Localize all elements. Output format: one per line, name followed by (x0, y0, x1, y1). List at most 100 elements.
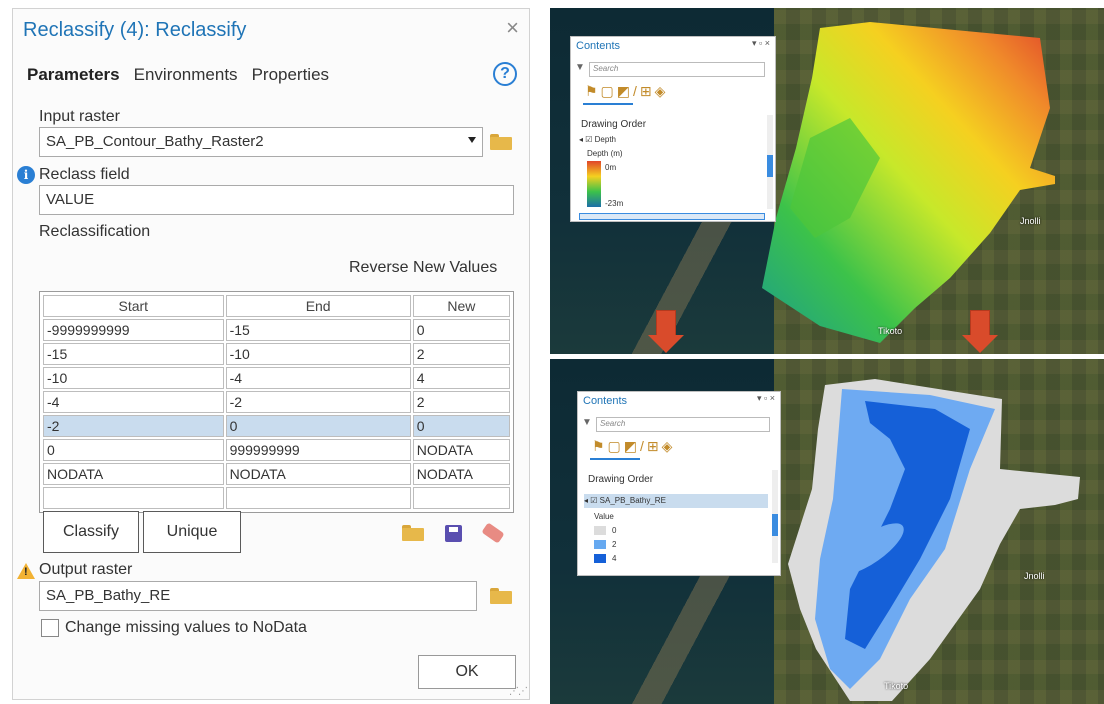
table-cell-end[interactable]: 999999999 (225, 439, 411, 461)
chevron-down-icon[interactable] (468, 137, 476, 143)
output-raster-value: SA_PB_Bathy_RE (46, 587, 171, 604)
input-raster-label: Input raster (39, 108, 120, 125)
table-cell-start[interactable]: NODATA (43, 463, 224, 485)
drawing-order-label: Drawing Order (581, 119, 647, 130)
tab-environments[interactable]: Environments (134, 65, 238, 85)
ok-button[interactable]: OK (418, 655, 516, 689)
table-cell-end[interactable]: -10 (225, 343, 411, 365)
folder-open-icon[interactable] (490, 588, 512, 604)
legend-title: Depth (m) (587, 149, 623, 158)
contents-toolbar-icons[interactable]: ⚑▢◩/⊞◈ (592, 438, 675, 455)
change-missing-label: Change missing values to NoData (65, 619, 307, 636)
contents-toolbar-icons[interactable]: ⚑▢◩/⊞◈ (585, 83, 668, 100)
layer-item-reclassified[interactable]: ◂ ☑ SA_PB_Bathy_RE (584, 494, 768, 508)
table-cell-end[interactable] (225, 487, 411, 509)
table-header-row: Start End New (43, 295, 510, 317)
folder-open-icon[interactable] (490, 134, 512, 150)
table-row-empty[interactable] (43, 487, 510, 509)
table-row-selected[interactable]: -2 0 0 (43, 415, 510, 437)
tab-bar: Parameters Environments Properties (27, 65, 329, 85)
column-header-start[interactable]: Start (43, 295, 224, 317)
tab-properties[interactable]: Properties (252, 65, 329, 85)
classify-button[interactable]: Classify (43, 511, 139, 553)
table-row[interactable]: -4 -2 2 (43, 391, 510, 413)
table-row[interactable]: -10 -4 4 (43, 367, 510, 389)
place-label: Jnolli (1020, 216, 1041, 226)
reclassify-dialog: Reclassify (4): Reclassify × Parameters … (12, 8, 530, 700)
output-raster-label: Output raster (39, 561, 133, 578)
input-raster-dropdown[interactable]: SA_PB_Contour_Bathy_Raster2 (39, 127, 483, 157)
legend-min: -23m (605, 199, 624, 208)
save-icon[interactable] (445, 525, 462, 542)
legend-swatch-0 (594, 526, 606, 535)
table-row[interactable]: NODATA NODATA NODATA (43, 463, 510, 485)
contents-title: Contents (583, 395, 628, 407)
resize-grip-icon[interactable]: ⋰⋰ (509, 686, 528, 697)
tab-parameters[interactable]: Parameters (27, 65, 120, 85)
help-icon[interactable]: ? (493, 62, 517, 86)
table-cell-new[interactable]: 0 (412, 415, 510, 437)
reclass-field-input[interactable]: VALUE (39, 185, 514, 215)
column-header-new[interactable]: New (412, 295, 510, 317)
table-cell-new[interactable]: 0 (412, 319, 510, 341)
table-row[interactable]: -9999999999 -15 0 (43, 319, 510, 341)
place-label: Tikoto (884, 681, 909, 691)
window-controls-icon[interactable]: ▾ ▫ × (757, 393, 775, 404)
table-cell-start[interactable]: -9999999999 (43, 319, 224, 341)
table-cell-start[interactable]: -4 (43, 391, 224, 413)
output-raster-input[interactable]: SA_PB_Bathy_RE (39, 581, 477, 611)
place-label: Tikoto (878, 326, 903, 336)
load-folder-icon[interactable] (402, 525, 424, 541)
legend-label-4: 4 (612, 554, 617, 563)
place-label: Jnolli (1024, 571, 1045, 581)
table-cell-new[interactable]: 4 (412, 367, 510, 389)
contents-title: Contents (576, 40, 621, 52)
legend-max: 0m (605, 163, 617, 172)
window-controls-icon[interactable]: ▾ ▫ × (752, 38, 770, 49)
reclassification-label: Reclassification (39, 223, 151, 240)
legend-swatch-4 (594, 554, 606, 563)
reclass-field-label: Reclass field (39, 166, 130, 183)
legend-label-2: 2 (612, 540, 617, 549)
table-cell-end[interactable]: -15 (225, 319, 411, 341)
reverse-new-values-button[interactable]: Reverse New Values (349, 259, 497, 277)
reclassification-table: Start End New -9999999999 -15 0 -15 -10 … (39, 291, 514, 513)
table-row[interactable]: 0 999999999 NODATA (43, 439, 510, 461)
close-icon[interactable]: × (506, 17, 519, 39)
table-cell-start[interactable]: -15 (43, 343, 224, 365)
filter-icon[interactable]: ▼ (575, 62, 585, 73)
search-input[interactable]: Search (596, 417, 770, 432)
filter-icon[interactable]: ▼ (582, 417, 592, 428)
eraser-icon[interactable] (481, 522, 505, 544)
scrollbar[interactable] (772, 470, 778, 563)
table-cell-new[interactable]: 2 (412, 343, 510, 365)
change-missing-checkbox[interactable] (41, 619, 59, 637)
legend-title: Value (594, 512, 614, 521)
table-cell-end[interactable]: NODATA (225, 463, 411, 485)
scrollbar[interactable] (767, 115, 773, 209)
unique-button[interactable]: Unique (143, 511, 241, 553)
table-cell-start[interactable]: -2 (43, 415, 224, 437)
contents-pane: Contents ▾ ▫ × ▼ Search ⚑▢◩/⊞◈ Drawing O… (577, 391, 781, 576)
table-cell-new[interactable]: NODATA (412, 439, 510, 461)
depth-color-ramp (587, 161, 601, 207)
input-raster-value: SA_PB_Contour_Bathy_Raster2 (46, 133, 264, 150)
table-cell-end[interactable]: -4 (225, 367, 411, 389)
map-view-reclassified[interactable]: Jnolli Tikoto Contents ▾ ▫ × ▼ Search ⚑▢… (550, 359, 1104, 704)
table-cell-new[interactable]: 2 (412, 391, 510, 413)
table-row[interactable]: -15 -10 2 (43, 343, 510, 365)
table-cell-start[interactable]: 0 (43, 439, 224, 461)
table-cell-new[interactable]: NODATA (412, 463, 510, 485)
legend-swatch-2 (594, 540, 606, 549)
column-header-end[interactable]: End (225, 295, 411, 317)
table-cell-start[interactable]: -10 (43, 367, 224, 389)
table-cell-start[interactable] (43, 487, 224, 509)
table-cell-new[interactable] (412, 487, 510, 509)
search-input[interactable]: Search (589, 62, 765, 77)
info-icon: i (17, 166, 35, 184)
table-cell-end[interactable]: 0 (225, 415, 411, 437)
table-cell-end[interactable]: -2 (225, 391, 411, 413)
legend-label-0: 0 (612, 526, 617, 535)
layer-item-depth[interactable]: ◂ ☑ Depth (579, 135, 616, 144)
map-view-depth[interactable]: Jnolli Tikoto Contents ▾ ▫ × ▼ Search ⚑▢… (550, 8, 1104, 354)
